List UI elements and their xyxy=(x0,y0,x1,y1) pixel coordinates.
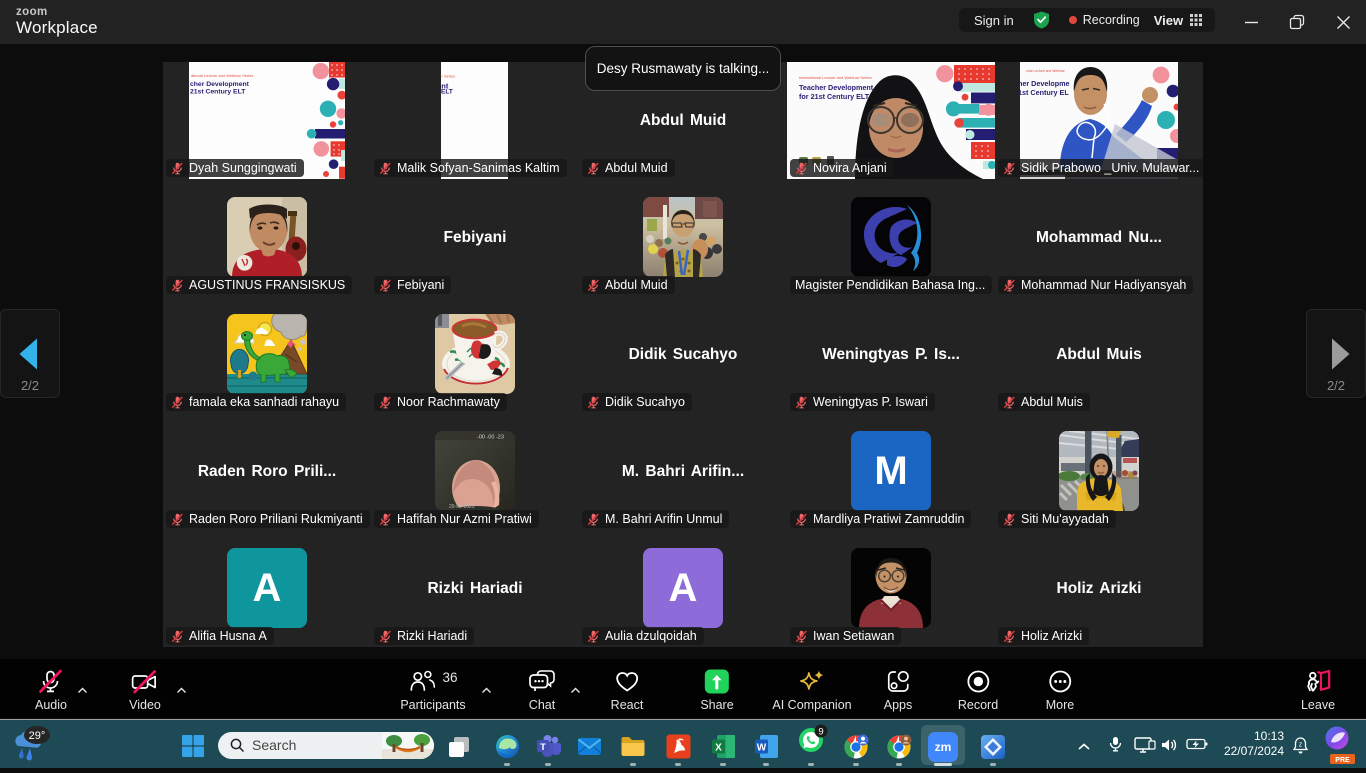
svg-text:PRE: PRE xyxy=(1335,757,1350,764)
svg-text:International Lecture and Webi: International Lecture and Webinar Series xyxy=(799,75,872,80)
svg-text:21st Century ELT: 21st Century ELT xyxy=(190,89,246,96)
svg-text:Teacher Development: Teacher Development xyxy=(799,83,874,92)
svg-text:21st Century EL: 21st Century EL xyxy=(1020,88,1069,97)
svg-text:ational Lecture and Webinar Se: ational Lecture and Webinar Series xyxy=(191,73,253,78)
svg-text:for 21st Century ELT: for 21st Century ELT xyxy=(799,92,870,101)
svg-text:X: X xyxy=(715,743,722,754)
svg-text:cher Development: cher Development xyxy=(190,81,250,88)
svg-text:9: 9 xyxy=(818,727,823,738)
svg-text:T: T xyxy=(540,742,546,753)
svg-text:r Series: r Series xyxy=(442,74,456,79)
svg-text:z: z xyxy=(1299,742,1303,749)
svg-text:onal Lecture and Webinar: onal Lecture and Webinar xyxy=(1026,69,1066,73)
svg-text:29°: 29° xyxy=(29,730,46,742)
svg-text:cher Developme: cher Developme xyxy=(1020,79,1070,88)
svg-text:ELT: ELT xyxy=(441,89,453,96)
svg-text:-00 -00 -23: -00 -00 -23 xyxy=(477,435,504,441)
svg-text:W: W xyxy=(757,743,767,754)
